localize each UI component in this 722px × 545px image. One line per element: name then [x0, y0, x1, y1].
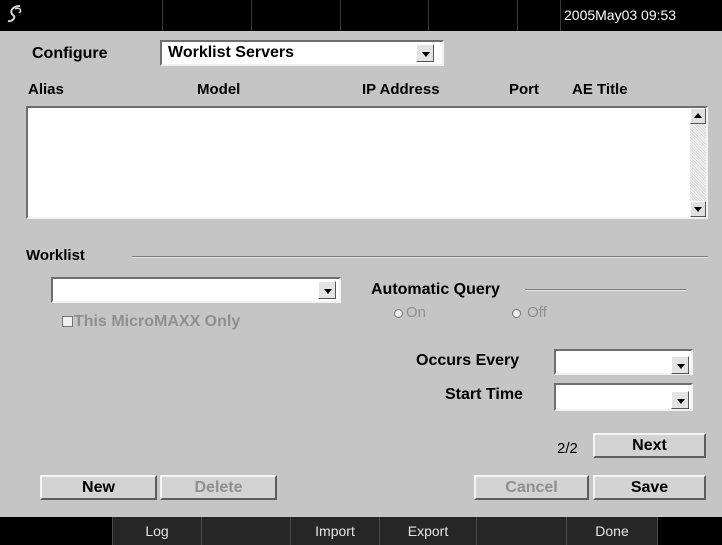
status-cell-5 [429, 0, 518, 31]
automatic-query-divider [525, 289, 686, 291]
worklist-section-label: Worklist [26, 247, 85, 264]
new-button[interactable]: New [40, 475, 157, 500]
status-cell-6 [518, 0, 561, 31]
cancel-button[interactable]: Cancel [474, 475, 589, 500]
next-button[interactable]: Next [593, 433, 706, 458]
chevron-down-icon[interactable] [318, 281, 336, 299]
save-button[interactable]: Save [593, 475, 706, 500]
status-cell-4 [341, 0, 429, 31]
configure-dropdown-value: Worklist Servers [168, 44, 294, 61]
auto-query-off-label: Off [527, 304, 547, 321]
softkey-bar: Log Import Export Done [0, 517, 722, 545]
this-device-only-label: This MicroMAXX Only [74, 313, 241, 330]
server-list[interactable] [26, 106, 708, 219]
date-time-display: 2005May03 09:53 [564, 7, 677, 23]
auto-query-on-radio[interactable] [394, 309, 403, 318]
configure-dropdown[interactable]: Worklist Servers [160, 40, 444, 66]
top-status-bar: 2005May03 09:53 [0, 0, 722, 31]
worklist-server-dropdown[interactable] [51, 277, 341, 303]
occurs-every-label: Occurs Every [416, 352, 520, 369]
softkey-export[interactable]: Export [379, 517, 476, 545]
auto-query-off-radio[interactable] [512, 309, 521, 318]
column-header-ip-address: IP Address [362, 81, 440, 98]
column-header-port: Port [509, 81, 539, 98]
chevron-up-icon [694, 113, 702, 118]
chevron-down-icon[interactable] [671, 356, 689, 374]
chevron-down-icon[interactable] [416, 44, 434, 62]
delete-button[interactable]: Delete [160, 475, 277, 500]
softkey-import[interactable]: Import [290, 517, 379, 545]
scroll-down-button[interactable] [690, 201, 706, 217]
start-time-label: Start Time [445, 386, 523, 403]
column-header-model: Model [197, 81, 241, 98]
chevron-down-icon [694, 207, 702, 212]
occurs-every-dropdown[interactable] [554, 349, 693, 375]
this-device-only-checkbox[interactable] [62, 316, 73, 327]
column-header-alias: Alias [28, 81, 64, 98]
list-scrollbar[interactable] [690, 108, 706, 217]
status-cell-3 [252, 0, 341, 31]
softkey-log[interactable]: Log [112, 517, 201, 545]
status-cell-1 [0, 0, 163, 31]
worklist-divider [132, 256, 708, 258]
scroll-up-button[interactable] [690, 108, 706, 124]
chevron-down-icon[interactable] [671, 391, 689, 409]
status-cell-2 [163, 0, 252, 31]
page-indicator: 2/2 [557, 440, 578, 457]
column-header-ae-title: AE Title [572, 81, 628, 98]
start-time-dropdown[interactable] [554, 383, 693, 411]
configure-label: Configure [32, 45, 108, 62]
automatic-query-label: Automatic Query [371, 281, 500, 298]
auto-query-on-label: On [406, 304, 427, 321]
softkey-done[interactable]: Done [566, 517, 658, 545]
softkey-2[interactable] [201, 517, 290, 545]
softkey-5[interactable] [476, 517, 566, 545]
